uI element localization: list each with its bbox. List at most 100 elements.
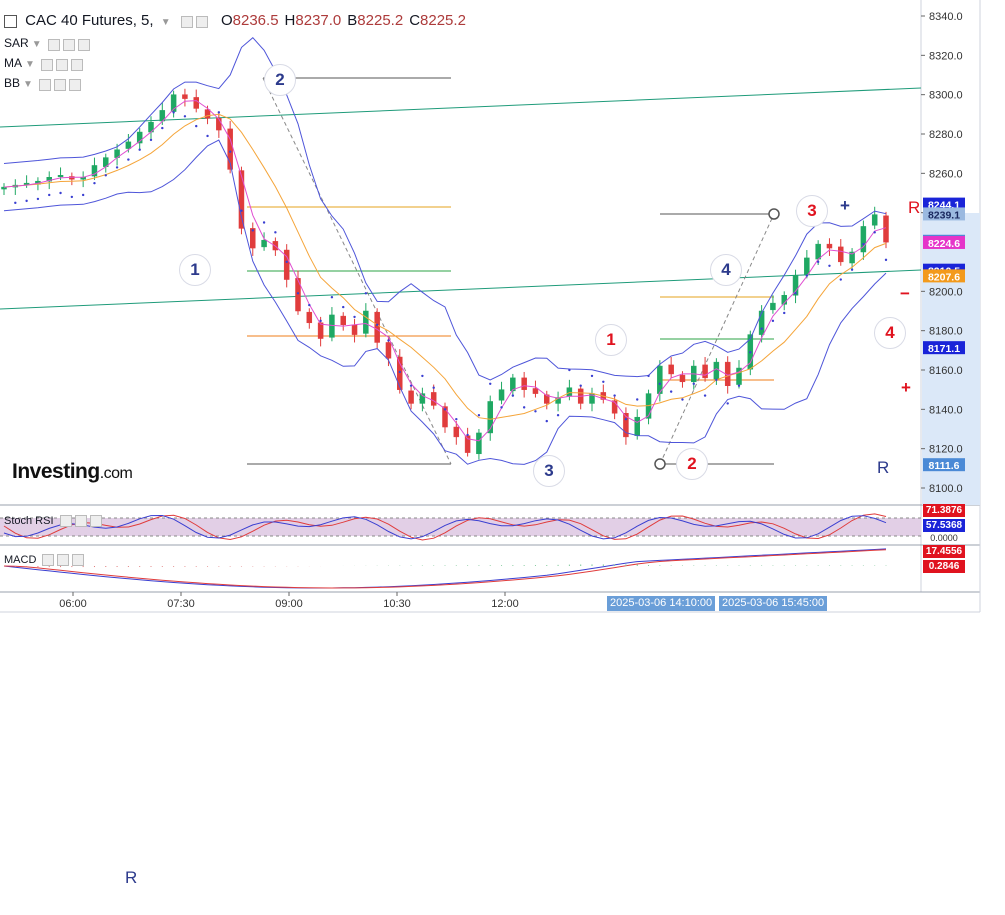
- sar-dot: [104, 174, 107, 177]
- header-buttons: [180, 13, 211, 30]
- close-icon[interactable]: [89, 515, 102, 528]
- candle-body: [430, 392, 437, 406]
- candle-body: [329, 314, 335, 338]
- chevron-down-icon[interactable]: ▼: [32, 39, 42, 50]
- chevron-down-icon[interactable]: ▼: [161, 17, 171, 28]
- chevron-down-icon[interactable]: ▼: [25, 59, 35, 70]
- gear-icon[interactable]: [62, 38, 75, 51]
- price-axis-label: 8300.0: [929, 90, 963, 102]
- price-axis-label: 8260.0: [929, 168, 963, 180]
- price-axis-label: 8280.0: [929, 129, 963, 141]
- candle-body: [758, 310, 765, 335]
- candle-body: [216, 118, 222, 131]
- gear-icon[interactable]: [53, 78, 66, 91]
- close-icon[interactable]: [70, 58, 83, 71]
- sar-dot: [59, 191, 62, 195]
- wave-label-red-3[interactable]: 3: [796, 195, 828, 227]
- time-axis-label: 07:30: [167, 598, 195, 610]
- sar-dot: [262, 221, 266, 224]
- sar-dot: [466, 433, 469, 437]
- sar-dot: [556, 414, 560, 417]
- eye-icon[interactable]: [180, 15, 193, 28]
- sar-dot: [658, 382, 662, 385]
- r-marker-red[interactable]: R: [908, 198, 920, 218]
- indicator-label: BB: [4, 76, 21, 90]
- candle-body: [679, 374, 686, 383]
- sar-dot: [715, 378, 718, 382]
- minus-marker-red[interactable]: −: [900, 284, 910, 304]
- wave-label-blue-3[interactable]: 3: [533, 455, 565, 487]
- eye-icon[interactable]: [38, 78, 51, 91]
- macd-line-tag: 17.4556: [923, 545, 965, 558]
- crosshair-date-tag: 2025-03-06 15:45:00: [719, 596, 828, 611]
- indicator-sar[interactable]: SAR ▼: [4, 36, 93, 51]
- gear-icon[interactable]: [195, 15, 208, 28]
- chart-header: CAC 40 Futures, 5, ▼ O8236.5 H8237.0 B8225…: [4, 12, 466, 30]
- sar-dot: [500, 406, 503, 409]
- sar-dot: [172, 111, 175, 114]
- wave-label-red-4[interactable]: 4: [874, 317, 906, 349]
- indicator-ma[interactable]: MA ▼: [4, 56, 86, 71]
- eye-icon[interactable]: [40, 58, 53, 71]
- indicator-label: MA: [4, 56, 22, 70]
- fib-anchor-handle: [768, 208, 780, 220]
- candle-body: [498, 389, 505, 401]
- collapse-icon[interactable]: [4, 14, 17, 28]
- price-axis-label: 8340.0: [929, 11, 963, 23]
- eye-icon[interactable]: [47, 38, 60, 51]
- eye-icon[interactable]: [42, 554, 55, 567]
- gear-icon[interactable]: [57, 554, 70, 567]
- indicator-bb[interactable]: BB ▼: [4, 76, 84, 91]
- candle-body: [634, 416, 640, 436]
- sar-dot: [579, 384, 582, 387]
- r-marker-blue-bottom[interactable]: R: [125, 868, 137, 888]
- r-marker-blue[interactable]: R: [877, 458, 889, 478]
- price-axis-label: 8120.0: [929, 444, 963, 456]
- stoch-zero-tag: 0.0000: [930, 533, 958, 543]
- candle-body: [306, 311, 313, 324]
- sar-dot: [760, 327, 763, 330]
- time-axis-label: 12:00: [491, 598, 519, 610]
- time-axis-label: 09:00: [275, 598, 303, 610]
- sar-dot: [568, 368, 571, 372]
- price-tag-label: 8224.6: [928, 238, 960, 250]
- close-icon[interactable]: [68, 78, 81, 91]
- bollinger-upper: [3, 37, 887, 381]
- candle-body: [815, 243, 821, 260]
- logo-suffix: .com: [99, 465, 133, 482]
- sar-dot: [296, 292, 300, 295]
- gear-icon[interactable]: [74, 515, 87, 528]
- chevron-down-icon[interactable]: ▼: [23, 79, 33, 90]
- sar-dot: [48, 193, 51, 197]
- candle-body: [871, 214, 878, 226]
- eye-icon[interactable]: [59, 515, 72, 528]
- gear-icon[interactable]: [55, 58, 68, 71]
- close-icon[interactable]: [77, 38, 90, 51]
- plus-marker-blue[interactable]: +: [840, 196, 850, 216]
- wave-label-blue-4[interactable]: 4: [710, 254, 742, 286]
- candle-body: [668, 364, 674, 375]
- wave-label-blue-1[interactable]: 1: [179, 254, 211, 286]
- wave-label-blue-2[interactable]: 2: [264, 64, 296, 96]
- candle-body: [204, 109, 211, 119]
- plus-marker-red[interactable]: +: [901, 378, 911, 398]
- sar-dot: [771, 319, 775, 323]
- sar-dot: [206, 134, 209, 138]
- symbol-title[interactable]: CAC 40 Futures, 5,: [25, 12, 153, 29]
- main-chart-svg[interactable]: 8340.08320.08300.08280.08260.08240.08200…: [0, 0, 1005, 915]
- indicator-label: Stoch RSI: [4, 515, 54, 527]
- close-icon[interactable]: [72, 554, 85, 567]
- sar-dot: [489, 382, 492, 385]
- sar-dot: [783, 311, 786, 315]
- sar-dot: [534, 410, 537, 413]
- time-axis-label: 06:00: [59, 598, 87, 610]
- sar-dot: [432, 386, 435, 389]
- sar-dot: [613, 394, 616, 397]
- stoch-rsi-legend[interactable]: Stoch RSI: [4, 515, 105, 528]
- sar-dot: [353, 315, 356, 319]
- wave-label-red-1[interactable]: 1: [595, 324, 627, 356]
- macd-legend[interactable]: MACD: [4, 554, 87, 567]
- candle-body: [566, 387, 573, 397]
- wave-label-red-2[interactable]: 2: [676, 448, 708, 480]
- sar-dot: [195, 124, 198, 128]
